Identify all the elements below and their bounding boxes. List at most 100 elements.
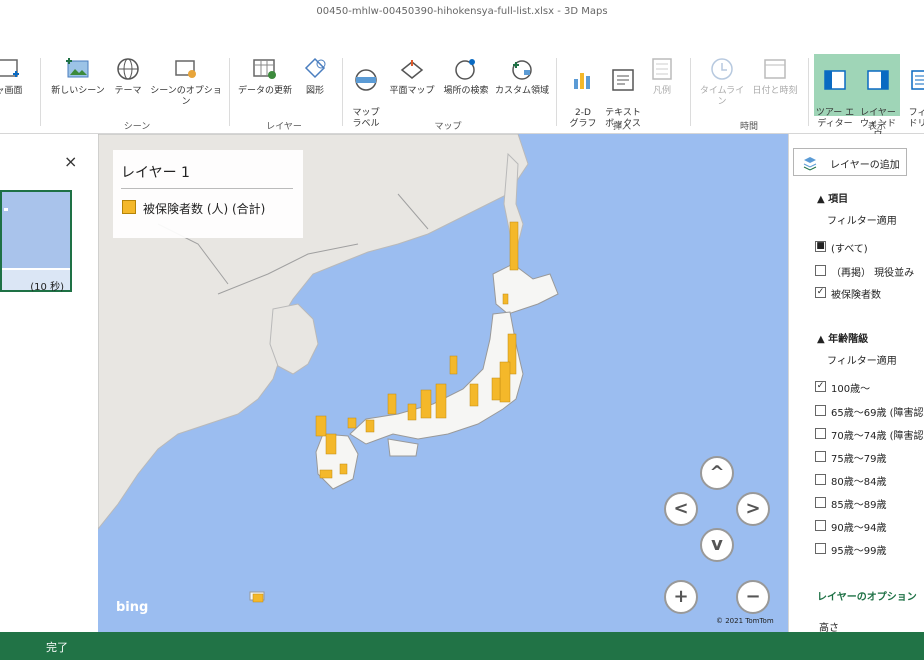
column-bar	[365, 419, 375, 433]
shapes-icon	[304, 57, 326, 79]
ribbon-separator	[808, 58, 809, 126]
pan-up-button[interactable]: ^	[700, 456, 734, 490]
theme-button[interactable]: テーマ	[110, 56, 146, 97]
add-layer-label: レイヤーの追加	[830, 160, 900, 171]
chevron-right-icon: >	[745, 498, 761, 519]
add-layer-icon	[803, 157, 817, 171]
tour-editor-icon	[824, 70, 846, 90]
custom-regions-button[interactable]: カスタム領域	[494, 56, 550, 97]
ribbon-separator	[690, 58, 691, 126]
refresh-data-button[interactable]: データの更新	[234, 56, 296, 97]
refresh-data-icon	[253, 59, 276, 79]
column-bar	[469, 383, 479, 407]
capture-screen-button[interactable]: ャ画面	[0, 56, 34, 97]
date-time-button[interactable]: 日付と時刻	[748, 56, 802, 97]
legend-icon	[652, 58, 672, 80]
checkbox-empty-icon	[815, 543, 826, 554]
legend-series-label: 被保険者数 (人) (合計)	[143, 202, 266, 216]
theme-globe-icon	[117, 58, 139, 80]
checkbox-empty-icon	[815, 265, 826, 276]
ribbon-separator	[342, 58, 343, 126]
group-label-scene: シーン	[123, 122, 151, 132]
plus-icon: +	[673, 586, 689, 607]
add-layer-button[interactable]: レイヤーの追加	[793, 148, 907, 176]
scene-options-button[interactable]: シーンのオプション	[148, 56, 224, 108]
map-labels-icon	[355, 69, 377, 91]
map-legend[interactable]: レイヤー 1 被保険者数 (人) (合計)	[113, 150, 303, 238]
flat-map-icon	[400, 60, 424, 79]
checkbox-empty-icon	[815, 497, 826, 508]
ribbon-separator	[40, 58, 41, 126]
tour-editor-panel: × (10 秒)	[0, 134, 98, 632]
shikoku	[387, 438, 419, 457]
filter-applied-label: フィルター適用	[827, 356, 897, 367]
find-location-button[interactable]: 場所の検索	[438, 56, 494, 97]
column-bar	[319, 469, 333, 479]
map-copyright: © 2021 TomTom	[716, 617, 774, 625]
zoom-in-button[interactable]: +	[664, 580, 698, 614]
layer-pane-icon	[867, 70, 889, 90]
layer-options-header[interactable]: レイヤーのオプション	[817, 588, 917, 603]
zoom-out-button[interactable]: −	[736, 580, 770, 614]
kyushu	[315, 433, 359, 490]
timeline-icon	[711, 58, 733, 80]
checkbox-checked-icon: ✓	[815, 381, 826, 392]
chevron-down-icon: v	[711, 534, 723, 555]
legend-divider	[121, 188, 293, 189]
column-bar	[420, 389, 432, 419]
checkbox-partial-icon: ■	[815, 241, 826, 252]
filter-section-age-title[interactable]: ▲ 年齢階級	[817, 330, 868, 345]
column-bar	[252, 593, 264, 603]
chevron-left-icon: <	[673, 498, 689, 519]
bing-logo: bing	[116, 600, 149, 615]
pan-left-button[interactable]: <	[664, 492, 698, 526]
column-bar	[315, 415, 327, 437]
close-icon[interactable]: ×	[64, 152, 77, 171]
window-title: 00450-mhlw-00450390-hihokensya-full-list…	[0, 0, 924, 28]
date-time-icon	[764, 59, 786, 79]
checkbox-empty-icon	[815, 451, 826, 462]
column-bar	[325, 433, 337, 455]
status-text: 完了	[46, 641, 68, 654]
group-label-view: 表示	[867, 122, 886, 132]
ribbon-separator	[229, 58, 230, 126]
column-bar	[339, 463, 348, 475]
scene-thumbnail[interactable]: (10 秒)	[0, 190, 72, 293]
flat-map-button[interactable]: 平面マップ	[388, 56, 436, 97]
ribbon-separator	[556, 58, 557, 126]
status-bar: 完了	[0, 632, 924, 660]
scene-preview-image	[2, 192, 70, 268]
group-label-time: 時間	[739, 122, 758, 132]
tour-editor-button[interactable]: ツアー エ ディター	[814, 54, 856, 129]
find-location-icon	[455, 59, 475, 80]
checkbox-checked-icon: ✓	[815, 287, 826, 298]
group-label-map: マップ	[434, 122, 462, 132]
new-scene-icon	[66, 58, 89, 78]
layer-pane-button[interactable]: レイヤー ウィンドウ	[856, 54, 900, 140]
group-label-layer: レイヤー	[266, 122, 302, 132]
new-scene-button[interactable]: 新しいシーン	[50, 56, 106, 97]
column-bar	[502, 293, 509, 305]
column-bar	[407, 403, 417, 421]
pan-right-button[interactable]: >	[736, 492, 770, 526]
hokkaido	[492, 263, 559, 315]
column-bar	[449, 355, 458, 375]
legend-title: レイヤー 1	[121, 165, 190, 181]
legend-button[interactable]: 凡例	[646, 56, 678, 97]
column-bar	[499, 361, 511, 403]
column-bar	[435, 383, 447, 419]
pan-down-button[interactable]: v	[700, 528, 734, 562]
checkbox-empty-icon	[815, 520, 826, 531]
timeline-button[interactable]: タイムライン	[696, 56, 748, 108]
chevron-up-icon: ^	[709, 462, 725, 483]
text-box-icon	[612, 69, 634, 91]
column-bar	[347, 417, 357, 429]
scene-duration: (10 秒)	[30, 282, 64, 293]
field-list-icon	[911, 70, 924, 90]
shapes-button[interactable]: 図形	[298, 56, 332, 97]
filter-section-item-title[interactable]: ▲ 項目	[817, 190, 848, 205]
checkbox-empty-icon	[815, 405, 826, 416]
checkbox-empty-icon	[815, 474, 826, 485]
filter-applied-label: フィルター適用	[827, 216, 897, 227]
column-bar	[387, 393, 397, 415]
